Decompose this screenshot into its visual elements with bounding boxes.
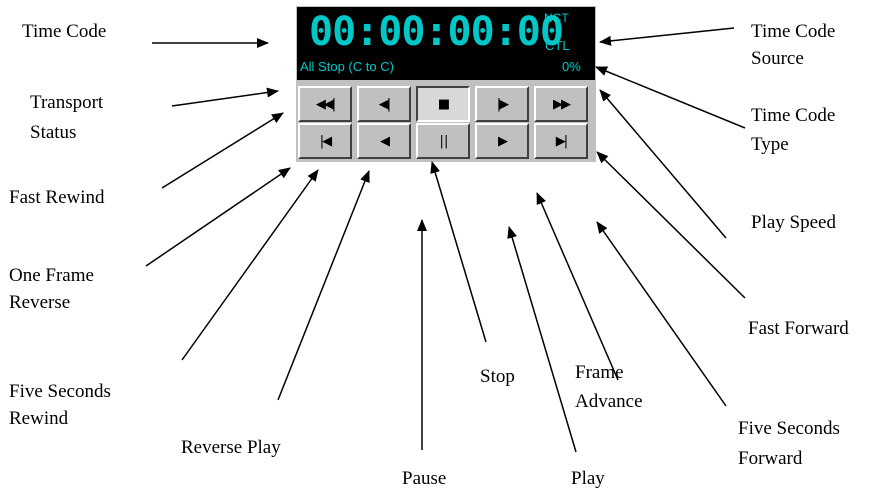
arrow-time-code-type: [595, 66, 746, 129]
arrow-one-frame-reverse: [145, 167, 291, 267]
arrow-stop: [430, 161, 487, 343]
arrow-frame-advance: [536, 192, 619, 381]
arrow-five-seconds-forward: [596, 221, 727, 407]
arrow-fast-rewind: [161, 112, 284, 189]
callout-arrows: [145, 27, 746, 453]
arrow-five-seconds-rewind: [181, 169, 319, 361]
arrow-reverse-play: [277, 170, 370, 401]
arrow-time-code-source: [599, 27, 735, 46]
arrow-transport-status: [171, 87, 279, 107]
